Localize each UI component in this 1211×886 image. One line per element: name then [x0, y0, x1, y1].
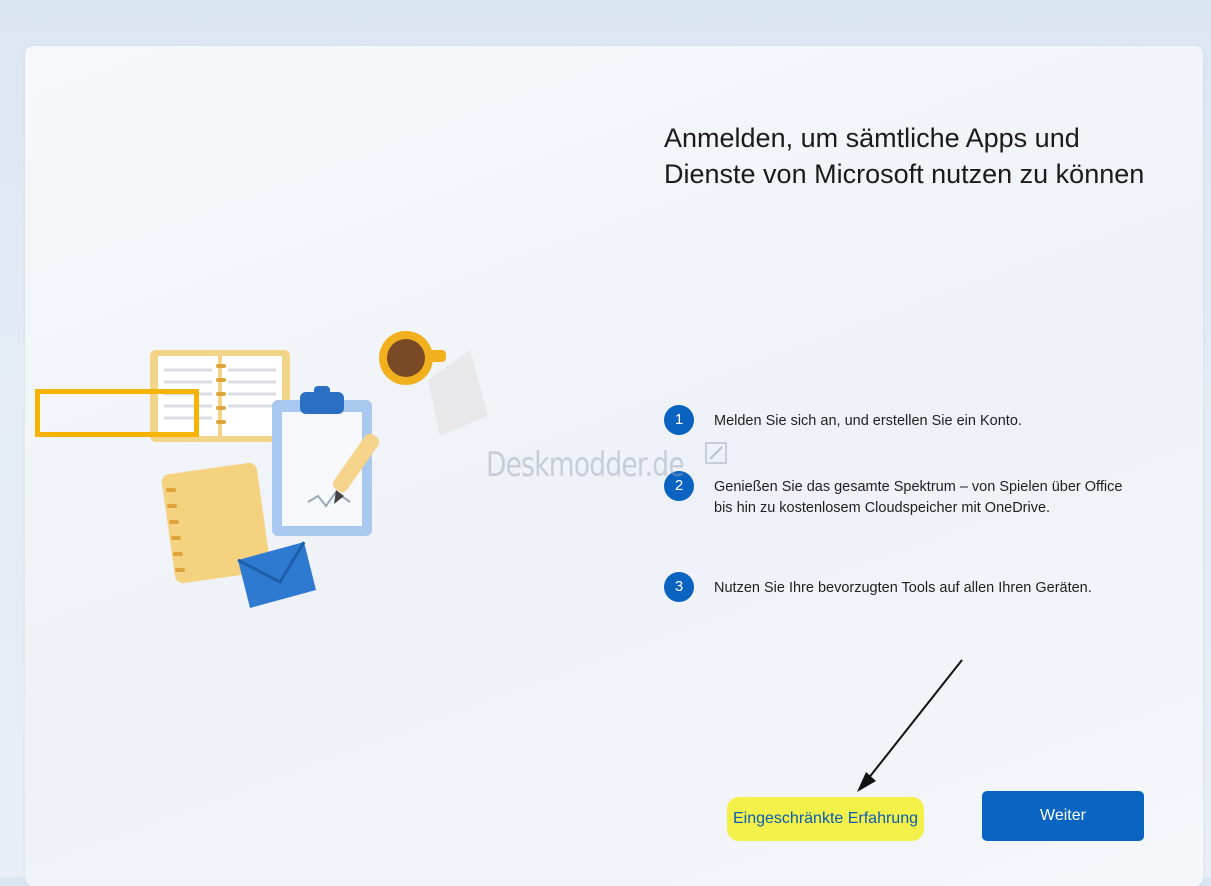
next-button[interactable]: Weiter	[982, 791, 1144, 841]
limited-experience-button[interactable]: Eingeschränkte Erfahrung	[727, 797, 924, 841]
annotation-arrow	[857, 659, 963, 792]
